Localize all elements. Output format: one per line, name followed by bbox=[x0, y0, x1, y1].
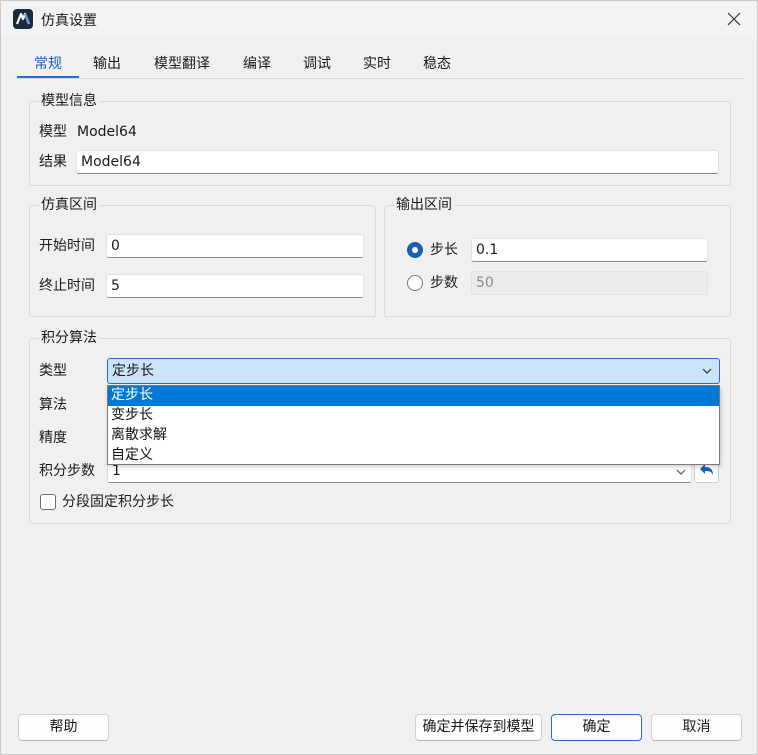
result-label: 结果 bbox=[39, 154, 67, 170]
tab-steady-state[interactable]: 稳态 bbox=[413, 52, 461, 78]
type-combobox[interactable]: 定步长 bbox=[107, 358, 720, 384]
tab-output[interactable]: 输出 bbox=[83, 52, 131, 78]
tab-model-translation[interactable]: 模型翻译 bbox=[145, 52, 219, 78]
start-time-field[interactable]: 0 bbox=[106, 234, 364, 258]
algorithm-label: 算法 bbox=[39, 397, 67, 413]
segmented-step-label: 分段固定积分步长 bbox=[62, 494, 174, 510]
result-name-field[interactable]: Model64 bbox=[76, 150, 719, 174]
simulation-settings-dialog: 仿真设置 常规 输出 模型翻译 编译 调试 实时 稳态 模型信息 模型 Mode… bbox=[0, 0, 758, 755]
sim-interval-group: 仿真区间 bbox=[29, 195, 376, 317]
type-label: 类型 bbox=[39, 363, 67, 379]
segmented-step-checkbox[interactable] bbox=[40, 494, 56, 510]
model-name-value: Model64 bbox=[77, 124, 137, 140]
group-title: 仿真区间 bbox=[39, 195, 99, 215]
tab-debug[interactable]: 调试 bbox=[293, 52, 341, 78]
app-logo-icon bbox=[13, 9, 33, 29]
tab-general[interactable]: 常规 bbox=[17, 52, 79, 78]
stop-time-label: 终止时间 bbox=[39, 278, 95, 294]
step-count-radio[interactable] bbox=[407, 275, 423, 291]
close-button[interactable] bbox=[717, 4, 751, 34]
chevron-down-icon bbox=[676, 469, 686, 475]
step-size-field[interactable]: 0.1 bbox=[471, 238, 708, 262]
window-title: 仿真设置 bbox=[41, 13, 97, 29]
ok-button[interactable]: 确定 bbox=[551, 714, 642, 741]
dropdown-option-custom[interactable]: 自定义 bbox=[108, 446, 719, 466]
close-icon bbox=[727, 12, 741, 26]
chevron-down-icon bbox=[702, 368, 712, 374]
group-title: 积分算法 bbox=[39, 328, 99, 348]
group-title: 输出区间 bbox=[394, 195, 454, 215]
ok-and-save-button[interactable]: 确定并保存到模型 bbox=[415, 714, 542, 741]
precision-label: 精度 bbox=[39, 430, 67, 446]
type-combobox-value: 定步长 bbox=[112, 363, 154, 379]
step-size-label: 步长 bbox=[430, 242, 458, 258]
step-count-label: 步数 bbox=[430, 275, 458, 291]
type-dropdown-list: 定步长 变步长 离散求解 自定义 bbox=[107, 385, 720, 465]
dropdown-option-variable-step[interactable]: 变步长 bbox=[108, 406, 719, 426]
integration-steps-label: 积分步数 bbox=[39, 463, 95, 479]
tab-compile[interactable]: 编译 bbox=[233, 52, 281, 78]
group-title: 模型信息 bbox=[39, 91, 99, 111]
step-size-radio[interactable] bbox=[407, 242, 423, 258]
title-bar: 仿真设置 bbox=[1, 1, 757, 37]
step-count-field: 50 bbox=[471, 271, 708, 295]
start-time-label: 开始时间 bbox=[39, 238, 95, 254]
help-button[interactable]: 帮助 bbox=[18, 714, 109, 741]
model-label: 模型 bbox=[39, 124, 67, 140]
tab-realtime[interactable]: 实时 bbox=[353, 52, 401, 78]
stop-time-field[interactable]: 5 bbox=[106, 274, 364, 298]
cancel-button[interactable]: 取消 bbox=[651, 714, 742, 741]
dropdown-option-fixed-step[interactable]: 定步长 bbox=[108, 386, 719, 406]
dropdown-option-discrete[interactable]: 离散求解 bbox=[108, 426, 719, 446]
